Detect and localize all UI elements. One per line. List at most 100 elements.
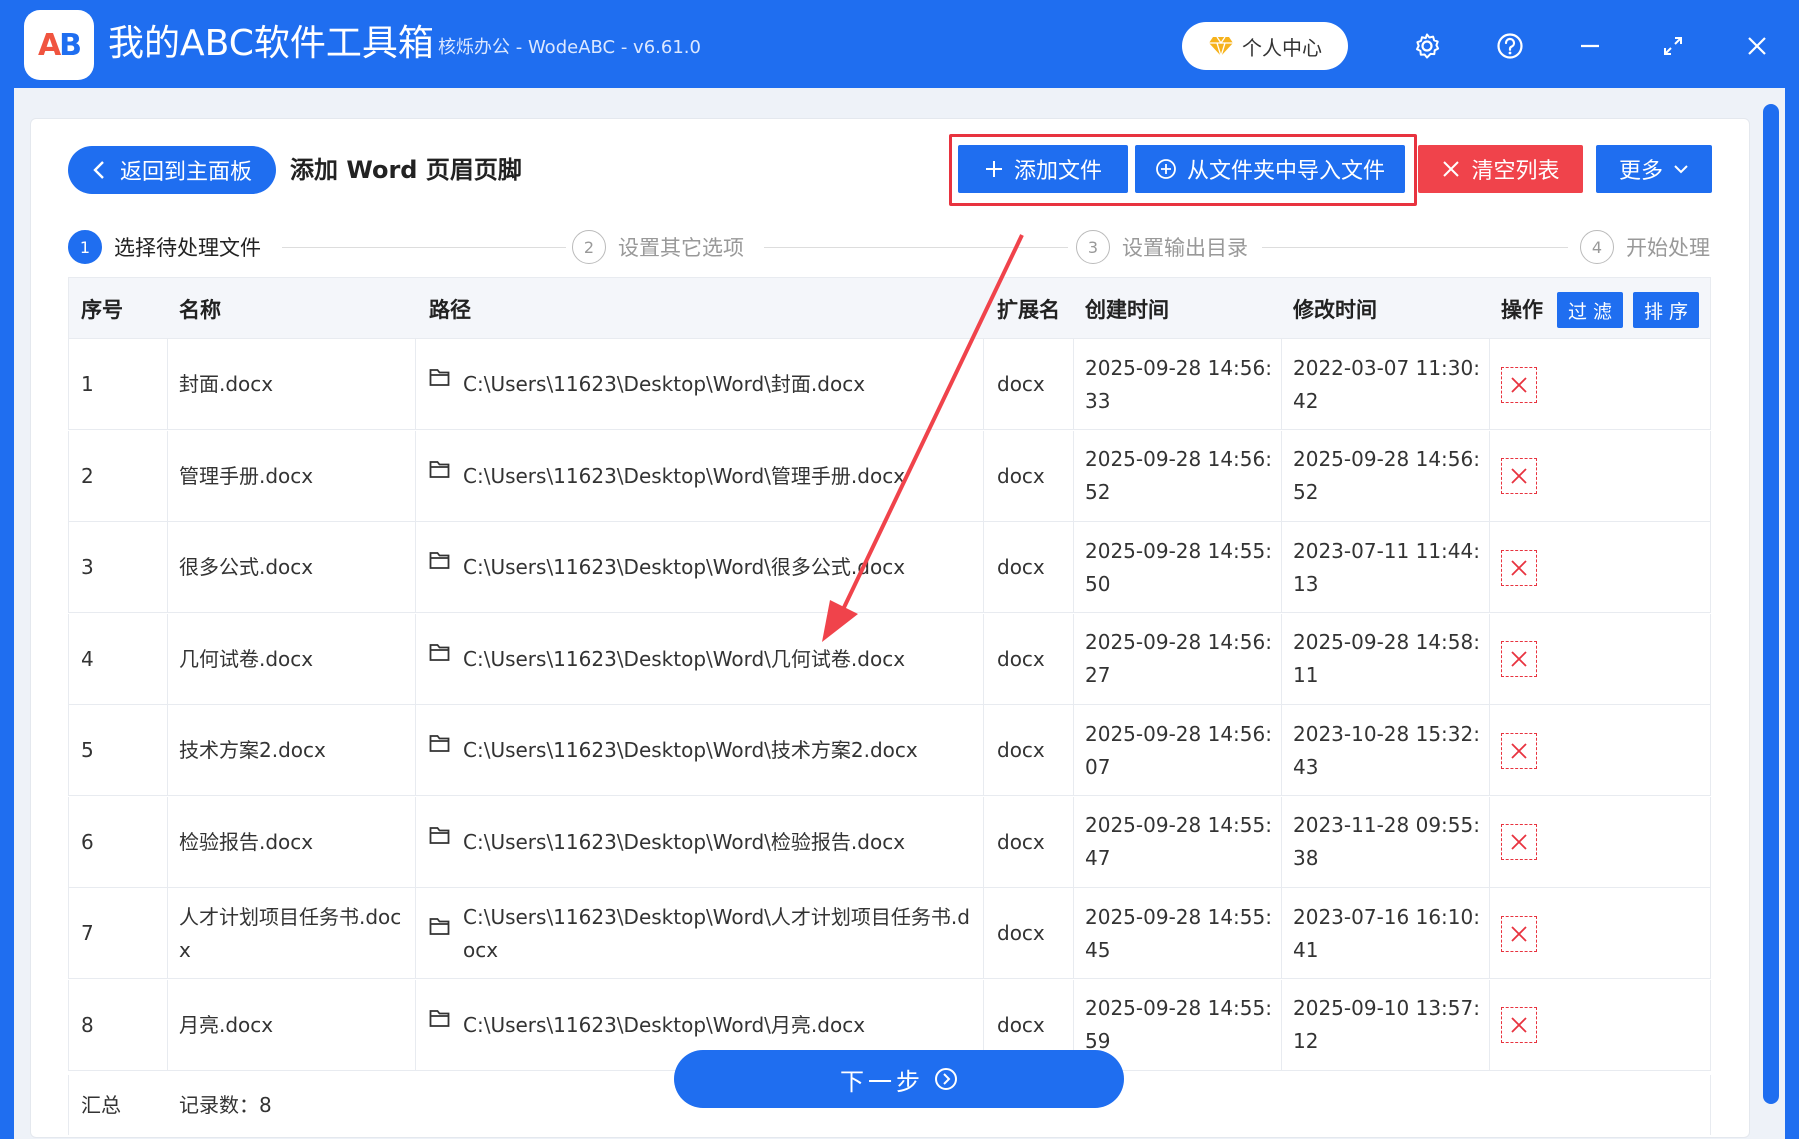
col-path: 路径 (429, 298, 471, 322)
cell-modified: 2023-07-11 11:44:13 (1293, 538, 1480, 596)
more-button[interactable]: 更多 (1596, 145, 1712, 193)
column-divider (1489, 979, 1490, 1070)
cell-modified: 2025-09-28 14:58:11 (1293, 630, 1480, 687)
table-header: 序号 名称 路径 扩展名 创建时间 修改时间 操作 过 滤 排 序 (68, 277, 1711, 339)
column-divider (1489, 339, 1490, 429)
step-label: 开始处理 (1626, 236, 1710, 260)
delete-row-button[interactable] (1501, 915, 1537, 952)
back-to-home-button[interactable]: 返回到主面板 (68, 146, 276, 194)
cell-action (1501, 705, 1537, 796)
logo-letter-b: B (59, 27, 82, 63)
summary-label: 汇总 (81, 1092, 121, 1117)
column-divider (167, 979, 168, 1070)
cell-path: C:\Users\11623\Desktop\Word\人才计划项目任务书.do… (429, 888, 977, 979)
step-number: 3 (1076, 230, 1110, 264)
maximize-icon[interactable] (1653, 26, 1693, 66)
cell-name: 人才计划项目任务书.docx (179, 904, 402, 962)
column-divider (1281, 522, 1282, 612)
folder-icon (429, 735, 450, 752)
diamond-icon (1209, 36, 1233, 57)
delete-row-button[interactable] (1501, 1007, 1537, 1043)
cell-index: 3 (81, 555, 94, 579)
cell-action (1501, 797, 1537, 888)
close-icon (1443, 161, 1460, 177)
next-step-button[interactable]: 下一步 (674, 1050, 1124, 1108)
cell-modified: 2023-07-16 16:10:41 (1293, 904, 1480, 962)
sort-button[interactable]: 排 序 (1633, 292, 1699, 328)
column-divider (415, 705, 416, 795)
path-text: C:\Users\11623\Desktop\Word\管理手册.docx (463, 463, 906, 488)
cell-action (1501, 522, 1537, 613)
step-connector (764, 247, 1068, 248)
column-divider (415, 613, 416, 704)
user-center-label: 个人中心 (1242, 35, 1322, 60)
help-icon[interactable] (1490, 26, 1530, 66)
column-divider (1489, 522, 1490, 612)
column-divider (167, 613, 168, 704)
path-text: C:\Users\11623\Desktop\Word\检验报告.docx (463, 829, 906, 854)
table-row[interactable]: 7 人才计划项目任务书.docx C:\Users\11623\Desktop\… (68, 888, 1711, 979)
column-divider (983, 613, 984, 704)
cell-action (1501, 980, 1537, 1071)
column-divider (1281, 430, 1282, 521)
column-divider (167, 796, 168, 887)
table-row[interactable]: 2 管理手册.docx C:\Users\11623\Desktop\Word\… (68, 430, 1711, 522)
cell-path: C:\Users\11623\Desktop\Word\管理手册.docx (429, 431, 977, 522)
minimize-icon[interactable] (1570, 26, 1610, 66)
cell-action (1501, 431, 1537, 522)
cell-path: C:\Users\11623\Desktop\Word\封面.docx (429, 339, 977, 430)
column-divider (983, 522, 984, 612)
scrollbar-thumb[interactable] (1763, 104, 1779, 1104)
column-divider (983, 796, 984, 887)
delete-row-button[interactable] (1501, 824, 1537, 860)
filter-button[interactable]: 过 滤 (1557, 292, 1623, 328)
table-row[interactable]: 3 很多公式.docx C:\Users\11623\Desktop\Word\… (68, 522, 1711, 613)
table-row[interactable]: 6 检验报告.docx C:\Users\11623\Desktop\Word\… (68, 796, 1711, 888)
step-number: 4 (1580, 230, 1614, 264)
table-row[interactable]: 4 几何试卷.docx C:\Users\11623\Desktop\Word\… (68, 613, 1711, 705)
cell-created: 2025-09-28 14:56:07 (1085, 721, 1272, 779)
cell-name: 几何试卷.docx (179, 646, 314, 671)
delete-row-button[interactable] (1501, 641, 1537, 677)
col-action: 操作 (1501, 298, 1543, 322)
folder-icon (429, 826, 450, 844)
folder-icon (429, 1009, 450, 1027)
column-divider (167, 705, 168, 795)
delete-row-button[interactable] (1501, 549, 1537, 586)
cell-ext: docx (997, 555, 1045, 579)
cell-index: 8 (81, 1012, 94, 1037)
cell-created: 2025-09-28 14:56:33 (1085, 355, 1272, 413)
close-icon[interactable] (1737, 26, 1777, 66)
path-text: C:\Users\11623\Desktop\Word\很多公式.docx (463, 555, 906, 579)
step-number: 1 (68, 230, 102, 264)
clear-list-button[interactable]: 清空列表 (1418, 145, 1583, 193)
next-step-label: 下一步 (840, 1067, 924, 1096)
delete-icon (1511, 559, 1527, 576)
delete-row-button[interactable] (1501, 458, 1537, 494)
folder-icon (429, 918, 450, 935)
cell-modified: 2025-09-28 14:56:52 (1293, 447, 1480, 504)
cell-ext: docx (997, 738, 1045, 762)
user-center-button[interactable]: 个人中心 (1182, 22, 1348, 70)
delete-row-button[interactable] (1501, 366, 1537, 403)
cell-name: 技术方案2.docx (179, 738, 326, 762)
cell-action (1501, 614, 1537, 705)
cell-created: 2025-09-28 14:55:47 (1085, 813, 1272, 870)
app-title: 我的ABC软件工具箱 (108, 23, 434, 64)
column-divider (1489, 613, 1490, 704)
delete-row-button[interactable] (1501, 732, 1537, 769)
highlight-box (949, 134, 1417, 206)
step-1: 1 选择待处理文件 (68, 230, 261, 264)
table-row[interactable]: 1 封面.docx C:\Users\11623\Desktop\Word\封面… (68, 339, 1711, 430)
table-row[interactable]: 5 技术方案2.docx C:\Users\11623\Desktop\Word… (68, 705, 1711, 796)
cell-ext: docx (997, 372, 1045, 396)
step-label: 设置输出目录 (1122, 236, 1248, 260)
delete-icon (1511, 742, 1527, 759)
path-text: C:\Users\11623\Desktop\Word\技术方案2.docx (463, 738, 918, 762)
cell-modified: 2023-10-28 15:32:43 (1293, 721, 1480, 779)
gear-icon[interactable] (1407, 26, 1447, 66)
col-created: 创建时间 (1085, 298, 1169, 322)
chevron-down-icon (1674, 165, 1688, 174)
cell-name: 检验报告.docx (179, 829, 314, 854)
cell-created: 2025-09-28 14:56:27 (1085, 630, 1272, 687)
